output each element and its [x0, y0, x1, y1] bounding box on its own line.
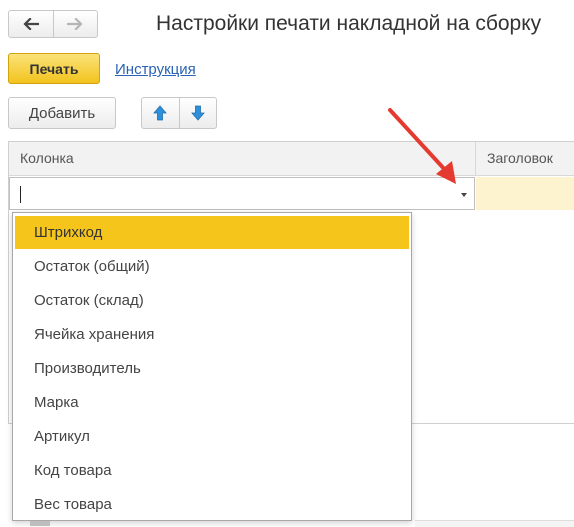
- page-title: Настройки печати накладной на сборку: [156, 12, 542, 35]
- history-nav: [8, 10, 98, 38]
- arrow-right-icon: [67, 18, 83, 30]
- move-down-button[interactable]: [178, 98, 217, 128]
- list-item[interactable]: Остаток (склад): [15, 284, 409, 317]
- table-row: [9, 177, 574, 211]
- dropdown-toggle-button[interactable]: [454, 179, 474, 210]
- move-up-button[interactable]: [142, 98, 179, 128]
- title-cell[interactable]: [476, 177, 574, 210]
- hidden-row-fragment: [30, 521, 50, 526]
- instruction-link[interactable]: Инструкция: [115, 61, 196, 78]
- list-item[interactable]: Ячейка хранения: [15, 318, 409, 351]
- column-select-input[interactable]: [9, 177, 475, 210]
- list-item[interactable]: Производитель: [15, 352, 409, 385]
- column-dropdown-list: Штрихкод Остаток (общий) Остаток (склад) Яч…: [12, 212, 412, 521]
- column-header-title[interactable]: Заголовок: [476, 142, 574, 175]
- move-buttons: [141, 97, 217, 129]
- back-button[interactable]: [9, 11, 53, 37]
- list-item[interactable]: Штрихкод: [15, 216, 409, 249]
- list-item[interactable]: Марка: [15, 386, 409, 419]
- arrow-down-icon: [190, 105, 205, 121]
- text-caret: [20, 186, 21, 203]
- column-header-column[interactable]: Колонка: [9, 142, 475, 175]
- arrow-up-icon: [153, 105, 168, 121]
- forward-button[interactable]: [52, 11, 98, 37]
- list-item[interactable]: Вес товара: [15, 488, 409, 521]
- table-header: Колонка Заголовок: [9, 142, 574, 176]
- arrow-left-icon: [23, 18, 39, 30]
- print-button[interactable]: Печать: [8, 53, 100, 84]
- add-button[interactable]: Добавить: [8, 97, 116, 129]
- list-item[interactable]: Код товара: [15, 454, 409, 487]
- list-item[interactable]: Остаток (общий): [15, 250, 409, 283]
- list-item[interactable]: Артикул: [15, 420, 409, 453]
- chevron-down-icon: [461, 192, 467, 197]
